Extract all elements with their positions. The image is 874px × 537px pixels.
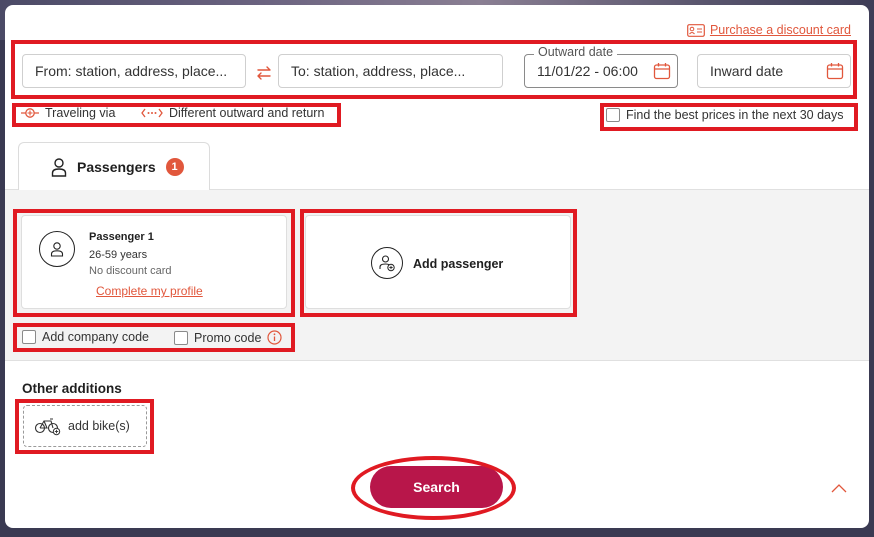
different-outward-return-option[interactable]: Different outward and return xyxy=(141,106,324,120)
add-bike-button[interactable]: add bike(s) xyxy=(23,405,147,447)
calendar-icon[interactable] xyxy=(653,62,671,80)
company-code-checkbox[interactable] xyxy=(22,330,36,344)
tab-passengers[interactable]: Passengers 1 xyxy=(18,142,210,190)
purchase-discount-card-link[interactable]: Purchase a discount card xyxy=(687,23,851,37)
promo-code-text: Promo code xyxy=(194,330,262,345)
search-button[interactable]: Search xyxy=(370,466,503,508)
person-icon xyxy=(50,242,64,257)
promo-code-checkbox[interactable] xyxy=(174,330,188,345)
outward-date-label: Outward date xyxy=(534,45,618,59)
best-prices-option[interactable]: Find the best prices in the next 30 days xyxy=(606,108,844,122)
chevron-up-icon[interactable] xyxy=(831,483,847,493)
best-prices-text: Find the best prices in the next 30 days xyxy=(626,108,844,122)
complete-profile-link[interactable]: Complete my profile xyxy=(96,284,203,298)
traveling-via-icon xyxy=(21,108,39,118)
from-input[interactable]: From: station, address, place... xyxy=(22,54,246,88)
purchase-discount-card-text: Purchase a discount card xyxy=(709,23,851,37)
best-prices-checkbox[interactable] xyxy=(606,108,620,122)
company-code-text: Add company code xyxy=(42,330,150,344)
passenger-age: 26-59 years xyxy=(89,249,148,261)
other-additions-title: Other additions xyxy=(22,381,122,396)
traveling-via-option[interactable]: Traveling via xyxy=(21,106,115,120)
info-icon[interactable] xyxy=(267,330,283,345)
passenger-name: Passenger 1 xyxy=(89,231,154,243)
search-card: Purchase a discount card From: station, … xyxy=(5,5,869,528)
from-placeholder: From: station, address, place... xyxy=(35,63,228,79)
passenger-count-badge: 1 xyxy=(165,157,184,176)
add-bike-text: add bike(s) xyxy=(68,419,130,433)
to-input[interactable]: To: station, address, place... xyxy=(278,54,503,88)
add-person-icon xyxy=(379,255,395,272)
to-placeholder: To: station, address, place... xyxy=(291,63,466,79)
company-code-option[interactable]: Add company code xyxy=(22,330,149,344)
passenger-avatar xyxy=(39,231,75,267)
tab-passengers-label: Passengers xyxy=(77,158,156,175)
different-outward-return-text: Different outward and return xyxy=(169,106,325,120)
traveling-via-text: Traveling via xyxy=(45,106,116,120)
bike-icon xyxy=(34,418,61,436)
swap-icon[interactable] xyxy=(253,62,275,84)
add-passenger-label: Add passenger xyxy=(413,257,504,271)
discount-card-icon xyxy=(687,23,705,37)
passenger-discount: No discount card xyxy=(89,265,172,277)
person-icon xyxy=(51,157,67,177)
inward-date-placeholder: Inward date xyxy=(710,63,784,79)
add-passenger-avatar xyxy=(371,247,403,279)
calendar-icon[interactable] xyxy=(826,62,844,80)
promo-code-option[interactable]: Promo code xyxy=(174,330,283,345)
outward-date-value: 11/01/22 - 06:00 xyxy=(537,63,638,79)
dotted-arrows-icon xyxy=(141,108,163,118)
